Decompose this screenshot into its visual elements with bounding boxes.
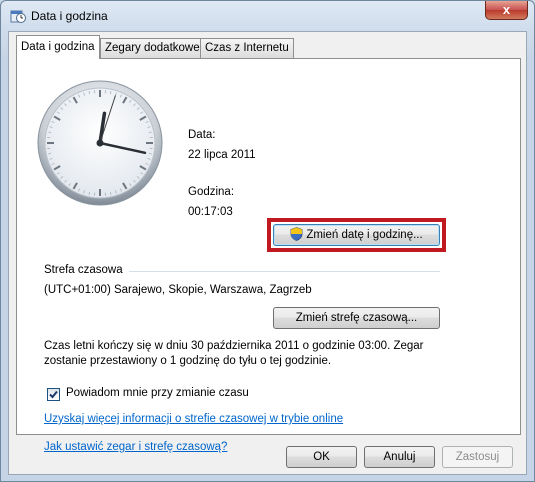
notify-checkbox-label[interactable]: Powiadom mnie przy zmianie czasu bbox=[66, 387, 249, 399]
checkmark-icon bbox=[49, 390, 58, 399]
change-date-time-label: Zmień datę i godzinę... bbox=[306, 229, 423, 241]
time-label: Godzina: bbox=[188, 186, 235, 198]
timezone-value: (UTC+01:00) Sarajewo, Skopie, Warszawa, … bbox=[44, 284, 312, 296]
timezone-heading: Strefa czasowa bbox=[44, 264, 123, 276]
tab-date-time[interactable]: Data i godzina bbox=[16, 35, 100, 59]
date-label: Data: bbox=[188, 129, 216, 141]
change-date-time-button[interactable]: Zmień datę i godzinę... bbox=[273, 224, 440, 246]
cancel-button[interactable]: Anuluj bbox=[364, 446, 435, 468]
dst-info-line1: Czas letni kończy się w dniu 30 paździer… bbox=[44, 340, 424, 352]
tab-panel: Data: 22 lipca 2011 Godzina: 00:17:03 Zm… bbox=[16, 58, 521, 453]
time-value: 00:17:03 bbox=[188, 206, 233, 218]
title-bar[interactable]: Data i godzina x bbox=[1, 1, 534, 31]
analog-clock bbox=[37, 80, 163, 206]
dst-info-line2: zostanie przestawiony o 1 godzinę do tył… bbox=[44, 355, 332, 367]
apply-button[interactable]: Zastosuj bbox=[442, 446, 513, 468]
dialog-client-area: Data i godzina Zegary dodatkowe Czas z I… bbox=[8, 31, 527, 475]
close-button[interactable]: x bbox=[485, 1, 528, 20]
ok-button[interactable]: OK bbox=[286, 446, 357, 468]
uac-shield-icon bbox=[290, 227, 303, 241]
notify-checkbox[interactable] bbox=[47, 388, 60, 401]
how-to-link[interactable]: Jak ustawić zegar i strefę czasową? bbox=[44, 441, 227, 453]
tab-internet-time[interactable]: Czas z Internetu bbox=[200, 38, 294, 58]
window-title: Data i godzina bbox=[31, 9, 108, 23]
date-value: 22 lipca 2011 bbox=[188, 149, 256, 161]
clock-calendar-icon bbox=[10, 10, 26, 23]
close-icon: x bbox=[502, 2, 511, 17]
more-info-link[interactable]: Uzyskaj więcej informacji o strefie czas… bbox=[44, 413, 343, 425]
change-timezone-button[interactable]: Zmień strefę czasową... bbox=[273, 307, 440, 329]
date-time-dialog: Data i godzina x Data i godzina Zegary d… bbox=[0, 0, 535, 482]
tab-additional-clocks[interactable]: Zegary dodatkowe bbox=[100, 38, 205, 58]
timezone-separator bbox=[129, 271, 440, 272]
